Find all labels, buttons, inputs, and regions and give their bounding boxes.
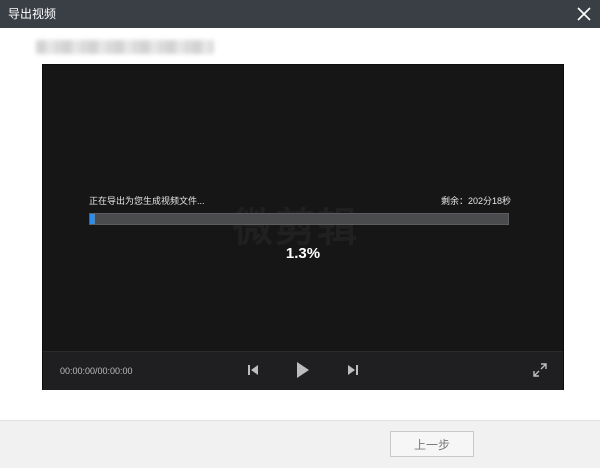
remaining-time: 剩余：202分18秒 [440,196,511,206]
close-icon[interactable] [574,4,594,24]
previous-step-button[interactable]: 上一步 [390,431,474,457]
blurred-filename [36,40,214,54]
export-status-text: 正在导出为您生成视频文件... [89,196,205,206]
window-title: 导出视频 [8,7,57,21]
video-player: 微剪辑 正在导出为您生成视频文件... 剩余：202分18秒 1.3% 00:0… [42,64,564,390]
fullscreen-icon[interactable] [533,363,547,377]
timecode: 00:00:00/00:00:00 [60,366,133,376]
video-screen: 微剪辑 正在导出为您生成视频文件... 剩余：202分18秒 1.3% [43,65,563,351]
progress-percent: 1.3% [285,245,321,262]
player-controls: 00:00:00/00:00:00 [43,351,563,390]
skip-forward-icon[interactable] [346,363,360,377]
title-bar: 导出视频 [0,0,600,28]
progress-bar [89,213,509,225]
skip-back-icon[interactable] [246,363,260,377]
play-icon[interactable] [295,360,311,380]
dialog-footer: 上一步 [0,420,600,468]
progress-fill [90,214,96,224]
